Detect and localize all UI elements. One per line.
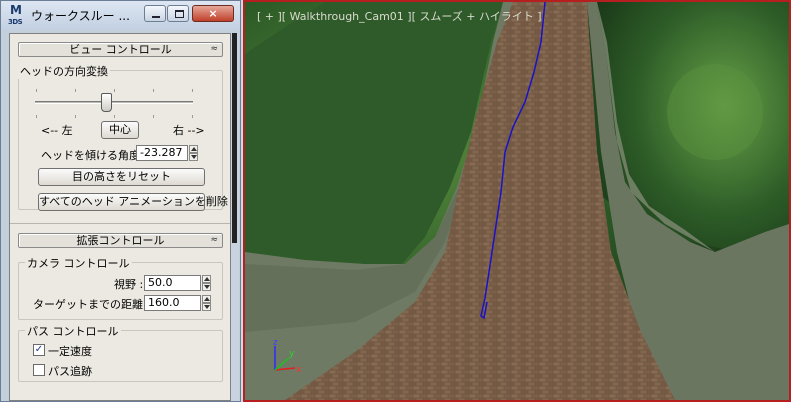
center-button[interactable]: 中心: [101, 121, 139, 139]
spinner-down-icon[interactable]: [202, 303, 211, 311]
3ds-max-icon: M 3DS: [7, 3, 27, 26]
foliage-highlight: [667, 64, 763, 160]
slider-tick: [192, 89, 193, 92]
tilt-angle-spinner[interactable]: [189, 145, 198, 161]
axis-y-label: y: [289, 349, 295, 359]
rollout-header-view-control[interactable]: ビュー コントロール ≈: [18, 42, 223, 57]
maximize-button[interactable]: [167, 5, 189, 22]
dialog-titlebar[interactable]: M 3DS ウォークスルー ... ×: [1, 1, 240, 30]
path-control-group-label: パス コントロール: [25, 323, 121, 339]
dialog-title: ウォークスルー ...: [31, 9, 130, 23]
slider-tick: [36, 115, 37, 118]
app-root: M 3DS ウォークスルー ... × ビュー コントロール ≈ ヘッドの方向変…: [0, 0, 791, 402]
spinner-up-icon[interactable]: [202, 275, 211, 283]
close-button[interactable]: ×: [192, 5, 234, 22]
constant-speed-label: 一定速度: [48, 345, 92, 358]
axis-z-label: z: [273, 338, 278, 348]
spinner-down-icon[interactable]: [189, 153, 198, 161]
slider-tick: [114, 115, 115, 118]
fov-field[interactable]: 50.0: [144, 275, 201, 291]
viewport-label[interactable]: [ + ][ Walkthrough_Cam01 ][ スムーズ + ハイライト…: [257, 8, 542, 24]
close-icon: ×: [208, 7, 218, 20]
constant-speed-checkbox[interactable]: ✓: [33, 344, 45, 356]
axis-gizmo-icon: z x y: [273, 338, 302, 375]
right-direction-label: 右 -->: [173, 124, 205, 137]
head-turn-group-label: ヘッドの方向変換: [18, 63, 110, 79]
tilt-angle-label: ヘッドを傾ける角度: [41, 149, 140, 162]
spinner-up-icon[interactable]: [189, 145, 198, 153]
panel-scrollbar[interactable]: [231, 33, 239, 401]
head-turn-slider-thumb[interactable]: [100, 93, 112, 112]
minimize-button[interactable]: [144, 5, 166, 22]
slider-tick: [36, 89, 37, 92]
collapse-chevron-icon: ≈: [210, 235, 218, 245]
axis-x-label: x: [296, 365, 302, 375]
slider-tick: [75, 89, 76, 92]
rollout-divider: [10, 223, 230, 224]
spinner-up-icon[interactable]: [202, 295, 211, 303]
rollout-title: ビュー コントロール: [69, 43, 172, 56]
slider-tick: [192, 115, 193, 118]
rollout-title: 拡張コントロール: [76, 234, 165, 247]
panel-scroll-thumb[interactable]: [232, 33, 237, 243]
walkthrough-dialog: M 3DS ウォークスルー ... × ビュー コントロール ≈ ヘッドの方向変…: [0, 0, 241, 402]
target-distance-label: ターゲットまでの距離 :: [33, 298, 151, 311]
slider-tick: [153, 89, 154, 92]
spinner-down-icon[interactable]: [202, 283, 211, 291]
minimize-icon: [152, 16, 160, 18]
slider-tick: [153, 115, 154, 118]
head-turn-slider-track[interactable]: [35, 101, 193, 104]
app-icon-caption: 3DS: [8, 18, 23, 26]
target-distance-spinner[interactable]: [202, 295, 211, 311]
follow-path-label: パス追跡: [48, 365, 92, 378]
app-icon-letter: M: [10, 3, 22, 17]
slider-tick: [114, 89, 115, 92]
delete-head-animation-button[interactable]: すべてのヘッド アニメーションを削除: [38, 193, 228, 211]
maximize-icon: [175, 10, 184, 18]
camera-control-group-label: カメラ コントロール: [25, 255, 132, 271]
tilt-angle-field[interactable]: -23.287: [136, 145, 188, 161]
viewport-scene: [245, 2, 789, 400]
follow-path-checkbox[interactable]: [33, 364, 45, 376]
rollout-panel: ビュー コントロール ≈ ヘッドの方向変換 <-- 左 中心 右 --> ヘッド…: [9, 33, 231, 401]
reset-eye-level-button[interactable]: 目の高さをリセット: [38, 168, 205, 186]
left-direction-label: <-- 左: [41, 124, 73, 137]
rollout-header-advanced-control[interactable]: 拡張コントロール ≈: [18, 233, 223, 248]
fov-spinner[interactable]: [202, 275, 211, 291]
camera-viewport[interactable]: [ + ][ Walkthrough_Cam01 ][ スムーズ + ハイライト…: [243, 0, 791, 402]
collapse-chevron-icon: ≈: [210, 44, 218, 54]
target-distance-field[interactable]: 160.0: [144, 295, 201, 311]
fov-label: 視野 :: [114, 278, 144, 291]
slider-tick: [75, 115, 76, 118]
